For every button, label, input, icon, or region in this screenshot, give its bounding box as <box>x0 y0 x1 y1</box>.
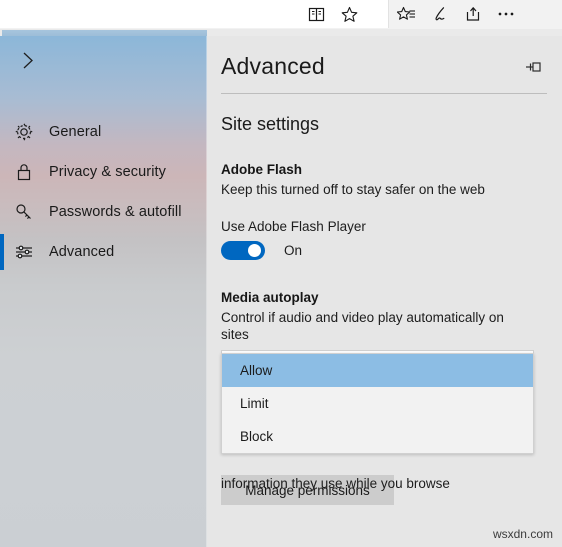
media-autoplay-dropdown: Allow Limit Block <box>221 353 534 454</box>
dropdown-option-block[interactable]: Block <box>222 420 533 453</box>
edge-settings-window: General Privacy & security Passwords & a… <box>0 0 562 547</box>
pin-settings-button[interactable] <box>523 58 545 80</box>
media-autoplay-heading: Media autoplay <box>221 290 319 305</box>
toggle-knob <box>248 244 261 257</box>
sliders-icon <box>14 240 44 264</box>
flash-toggle-row: On <box>221 241 302 260</box>
share-icon[interactable] <box>456 0 489 28</box>
adobe-flash-heading: Adobe Flash <box>221 162 303 177</box>
section-title-site-settings: Site settings <box>221 114 320 134</box>
title-divider <box>221 93 547 94</box>
dropdown-option-allow[interactable]: Allow <box>222 354 533 387</box>
sidebar-collapse-button[interactable] <box>8 46 48 80</box>
media-autoplay-description: Control if audio and video play automati… <box>221 310 504 342</box>
dropdown-option-limit[interactable]: Limit <box>222 387 533 420</box>
page-title: Advanced <box>221 53 325 79</box>
chevron-right-icon <box>22 51 34 75</box>
browser-toolbar <box>0 0 562 30</box>
sidebar-item-advanced[interactable]: Advanced <box>0 232 207 272</box>
sidebar-item-passwords-autofill[interactable]: Passwords & autofill <box>0 192 207 232</box>
flash-player-toggle[interactable] <box>221 241 265 260</box>
watermark: wsxdn.com <box>492 527 553 541</box>
sidebar-item-label: Privacy & security <box>49 164 167 180</box>
sidebar-item-label: Advanced <box>49 244 115 260</box>
settings-pane: Advanced Site settings Adobe Flash Keep … <box>207 36 562 547</box>
sidebar-item-label: Passwords & autofill <box>49 204 182 220</box>
key-icon <box>14 200 44 224</box>
add-favorite-icon[interactable] <box>333 0 366 28</box>
adobe-flash-description: Keep this turned off to stay safer on th… <box>221 182 485 197</box>
lock-icon <box>14 160 44 184</box>
web-note-icon[interactable] <box>423 0 456 28</box>
selection-indicator <box>0 234 4 270</box>
gear-icon <box>14 120 44 144</box>
sidebar-nav-list: General Privacy & security Passwords & a… <box>0 112 207 272</box>
more-icon[interactable] <box>489 0 522 28</box>
flash-toggle-state: On <box>284 243 303 258</box>
hub-favorites-icon[interactable] <box>390 0 423 28</box>
pin-icon <box>524 59 544 80</box>
toolbar-icon-group <box>300 0 522 28</box>
sidebar-item-general[interactable]: General <box>0 112 207 152</box>
settings-sidebar: General Privacy & security Passwords & a… <box>0 36 207 547</box>
toolbar-divider <box>366 0 390 28</box>
flash-toggle-label: Use Adobe Flash Player <box>221 219 366 234</box>
reading-view-icon[interactable] <box>300 0 333 28</box>
obscured-description-text: information they use while you browse <box>221 476 450 491</box>
sidebar-item-label: General <box>49 124 102 140</box>
sidebar-item-privacy-security[interactable]: Privacy & security <box>0 152 207 192</box>
